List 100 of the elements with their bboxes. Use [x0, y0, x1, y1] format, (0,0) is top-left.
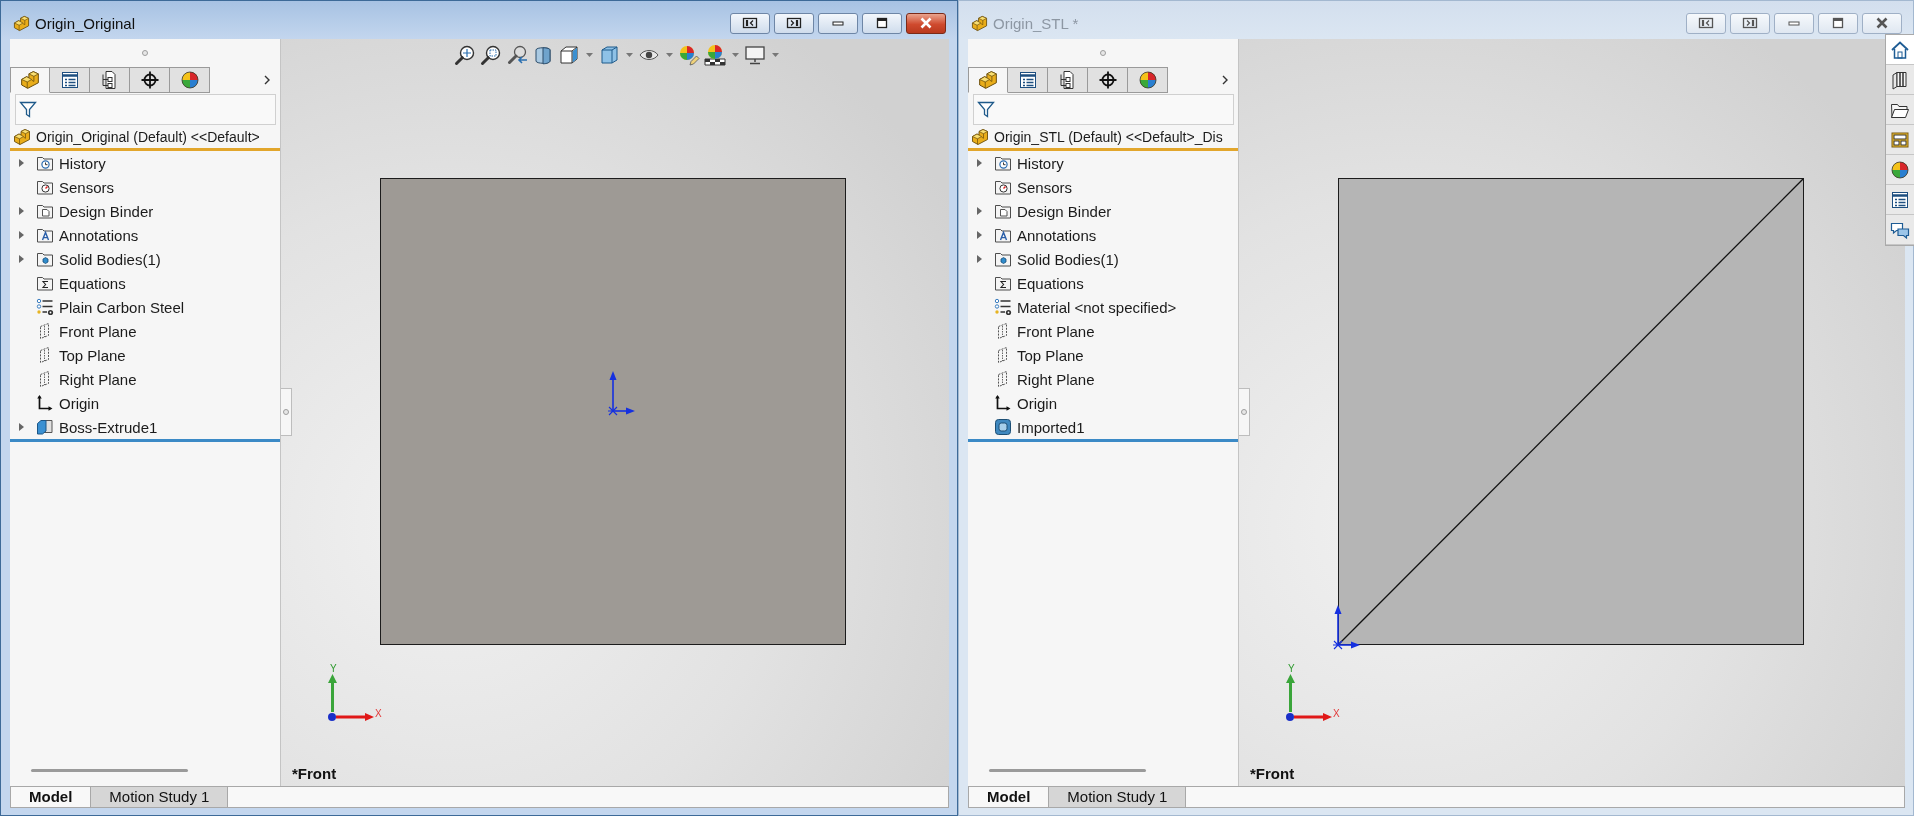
- window-title: Origin_STL *: [993, 14, 1079, 32]
- tree-item[interactable]: Top Plane: [994, 343, 1084, 367]
- scrollbar-thumb[interactable]: [989, 769, 1146, 772]
- x-axis-arrow: [1294, 713, 1332, 721]
- close-button[interactable]: [1862, 12, 1902, 34]
- split-right-button[interactable]: [1730, 12, 1770, 34]
- tree-item[interactable]: Annotations: [994, 223, 1097, 247]
- split-right-button[interactable]: [774, 12, 814, 34]
- folder-sigma-icon: [36, 274, 54, 292]
- origin-axes-icon: [36, 394, 54, 412]
- panel-tab[interactable]: [1048, 67, 1088, 93]
- tree-item[interactable]: Design Binder: [994, 199, 1112, 223]
- part-icon: [13, 14, 30, 32]
- grip-dot-icon: [1100, 49, 1106, 56]
- panel-tab[interactable]: [90, 67, 130, 93]
- sheet-tab[interactable]: Motion Study 1: [1049, 787, 1187, 807]
- view-tool-button[interactable]: [505, 44, 529, 66]
- cube-icon: [558, 44, 580, 66]
- panel-tab[interactable]: [50, 67, 90, 93]
- task-pane-tab[interactable]: [1886, 35, 1914, 65]
- window-title: Origin_Original: [35, 14, 136, 32]
- split-window-icon: [786, 17, 802, 29]
- tree-item[interactable]: Front Plane: [994, 319, 1095, 343]
- maximize-button[interactable]: [1818, 12, 1858, 34]
- tree-item[interactable]: Annotations: [36, 223, 139, 247]
- expand-arrow-icon[interactable]: [18, 159, 24, 167]
- tree-item[interactable]: Equations: [994, 271, 1084, 295]
- chevron-right-icon: [1222, 75, 1228, 85]
- expand-arrow-icon[interactable]: [18, 423, 24, 431]
- tree-item[interactable]: Material <not specified>: [994, 295, 1177, 319]
- tree-item[interactable]: History: [994, 151, 1064, 175]
- expand-arrow-icon[interactable]: [976, 159, 982, 167]
- expand-arrow-icon[interactable]: [18, 255, 24, 263]
- folder-clock-icon: [994, 154, 1012, 172]
- splitter-handle[interactable]: [1239, 388, 1250, 436]
- tree-item[interactable]: Top Plane: [36, 343, 126, 367]
- view-tool-button[interactable]: [557, 44, 581, 66]
- folder-cube-icon: [36, 250, 54, 268]
- panel-tab[interactable]: [1088, 67, 1128, 93]
- expand-arrow-icon[interactable]: [976, 207, 982, 215]
- folder-gauge-icon: [36, 178, 54, 196]
- y-axis-arrow: [1286, 674, 1295, 712]
- tree-item[interactable]: History: [36, 151, 106, 175]
- axis-label: X: [1333, 708, 1340, 720]
- filter-field[interactable]: [973, 94, 1234, 125]
- tree-item[interactable]: Boss-Extrude1: [36, 415, 158, 439]
- magnifier-arrow-icon: [506, 44, 528, 66]
- view-tool-button[interactable]: [743, 44, 767, 66]
- close-icon: [918, 17, 934, 29]
- split-left-button[interactable]: [1686, 12, 1726, 34]
- origin-dot-icon: [328, 713, 336, 721]
- tree-item[interactable]: Sensors: [36, 175, 115, 199]
- caret-icon: [585, 53, 593, 57]
- split-left-button[interactable]: [730, 12, 770, 34]
- folder-clock-icon: [36, 154, 54, 172]
- sheet-tab[interactable]: Motion Study 1: [91, 787, 229, 807]
- folder-letter-icon: [36, 226, 54, 244]
- expand-arrow-icon[interactable]: [18, 231, 24, 239]
- tree-item[interactable]: Right Plane: [36, 367, 137, 391]
- part-icon: [13, 128, 31, 146]
- imported-body-icon: [994, 418, 1012, 436]
- tree-item[interactable]: Sensors: [994, 175, 1073, 199]
- view-tool-button[interactable]: [453, 44, 477, 66]
- tree-root-item[interactable]: Origin_Original (Default) <<Default>: [10, 126, 260, 148]
- tree-item[interactable]: Solid Bodies(1): [994, 247, 1119, 271]
- expand-arrow-icon[interactable]: [18, 207, 24, 215]
- scrollbar-thumb[interactable]: [31, 769, 188, 772]
- tree-item[interactable]: Origin: [994, 391, 1057, 415]
- maximize-icon: [1830, 17, 1846, 29]
- tree-item[interactable]: Solid Bodies(1): [36, 247, 161, 271]
- pie-sphere-icon: [1137, 70, 1158, 90]
- tree-item[interactable]: Imported1: [994, 415, 1085, 439]
- maximize-button[interactable]: [862, 12, 902, 34]
- filter-field[interactable]: [15, 94, 276, 125]
- tree-item[interactable]: Equations: [36, 271, 126, 295]
- tree-root-item[interactable]: Origin_STL (Default) <<Default>_Dis: [968, 126, 1223, 148]
- folder-page-icon: [994, 202, 1012, 220]
- crosshair-icon: [1097, 70, 1118, 90]
- panel-tab[interactable]: [130, 67, 170, 93]
- origin-marker-icon: [1332, 605, 1360, 651]
- close-button[interactable]: [906, 12, 946, 34]
- close-icon: [1874, 17, 1890, 29]
- tree-item[interactable]: Plain Carbon Steel: [36, 295, 185, 319]
- expand-arrow-icon[interactable]: [976, 231, 982, 239]
- funnel-icon: [977, 101, 995, 118]
- splitter-handle[interactable]: [281, 388, 292, 436]
- caret-icon: [625, 53, 633, 57]
- tree-item[interactable]: Front Plane: [36, 319, 137, 343]
- view-tool-button[interactable]: [703, 44, 727, 66]
- tree-item[interactable]: Origin: [36, 391, 99, 415]
- tree-item[interactable]: Right Plane: [994, 367, 1095, 391]
- panel-tab[interactable]: [1008, 67, 1048, 93]
- tree-item[interactable]: Design Binder: [36, 199, 154, 223]
- books-icon: [1890, 69, 1910, 90]
- folder-letter-icon: [994, 226, 1012, 244]
- extrude-body-icon: [36, 418, 54, 436]
- view-tool-button[interactable]: [479, 44, 503, 66]
- caret-icon: [731, 53, 739, 57]
- part-icon: [978, 70, 998, 90]
- expand-arrow-icon[interactable]: [976, 255, 982, 263]
